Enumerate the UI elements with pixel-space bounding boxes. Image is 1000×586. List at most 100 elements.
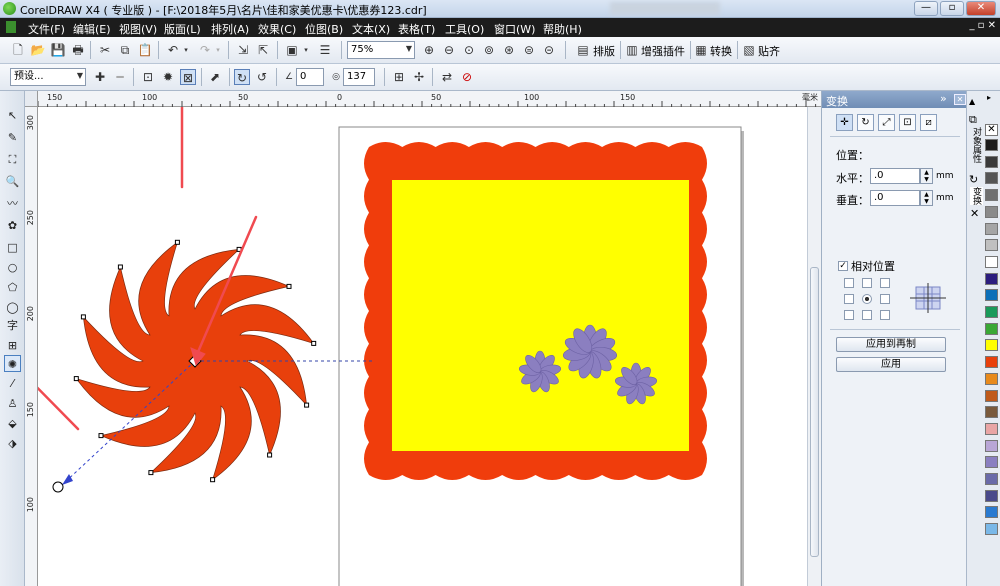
menu-table[interactable]: 表格(T) [398, 21, 435, 37]
cut-icon[interactable]: ✂ [97, 42, 113, 58]
export-icon[interactable]: ⇱ [255, 42, 271, 58]
node-handle[interactable] [286, 283, 292, 289]
color-swatch[interactable] [985, 389, 998, 402]
scroll-up-icon[interactable]: ▲ [969, 97, 975, 106]
object-properties-tab[interactable]: 对象属性 [970, 127, 983, 163]
interactive-fill-tool-icon[interactable]: ⬗ [4, 435, 21, 452]
vertical-position-input[interactable]: .0 [870, 190, 920, 206]
count-input[interactable]: 137 [343, 68, 375, 86]
color-swatch[interactable] [985, 489, 998, 502]
smear-icon[interactable]: ⬈ [207, 69, 223, 85]
color-swatch[interactable] [985, 139, 998, 151]
color-swatch[interactable] [985, 172, 998, 185]
menu-file[interactable]: 文件(F) [28, 21, 65, 37]
convert-icon[interactable]: ▦ [693, 42, 709, 58]
angle-input[interactable]: 0 [296, 68, 324, 86]
color-swatch[interactable] [985, 422, 998, 435]
anchor-top-center[interactable] [862, 278, 872, 288]
node-handle[interactable] [311, 340, 317, 346]
restore-button[interactable]: ▫ [940, 1, 964, 16]
redo-dropdown-icon[interactable]: ▾ [214, 42, 222, 58]
zoom-page-icon[interactable]: ⊛ [501, 42, 517, 58]
shape-tool-icon[interactable]: ✎ [4, 129, 21, 146]
remove-preset-icon[interactable]: ━ [112, 69, 128, 85]
polygon-tool-icon[interactable]: ⬠ [4, 279, 21, 296]
counterclockwise-rotate-icon[interactable]: ↺ [254, 69, 270, 85]
anchor-bottom-right[interactable] [880, 310, 890, 320]
zoom-selected-icon[interactable]: ⊙ [461, 42, 477, 58]
transform-tab-icon[interactable]: ↻ [969, 173, 978, 186]
anchor-top-left[interactable] [844, 278, 854, 288]
color-swatch[interactable] [985, 406, 998, 419]
vertical-scrollbar[interactable] [807, 107, 821, 586]
menu-layout[interactable]: 版面(L) [164, 21, 201, 37]
node-handle[interactable] [267, 452, 273, 458]
print-icon[interactable]: 🖶 [70, 42, 86, 58]
minimize-button[interactable]: — [914, 1, 938, 16]
zoom-tool-icon[interactable]: 🔍 [4, 173, 21, 190]
convert-button[interactable]: 转换 [710, 43, 732, 59]
typeset-button[interactable]: 排版 [593, 43, 615, 59]
color-swatch[interactable] [985, 272, 998, 285]
color-swatch[interactable] [985, 356, 998, 369]
rectangle-tool-icon[interactable]: □ [4, 239, 21, 256]
color-swatch[interactable] [985, 506, 998, 519]
ruler-origin[interactable] [25, 91, 38, 107]
plugins-button[interactable]: 增强插件 [641, 43, 685, 59]
rotation-center-handle[interactable] [52, 481, 64, 493]
horizontal-position-input[interactable]: .0 [870, 168, 920, 184]
color-swatch[interactable] [985, 205, 998, 218]
horizontal-ruler[interactable]: 150 100 50 0 50 100 150 毫米 [38, 91, 821, 107]
preset-select[interactable]: 预设... ▼ [10, 68, 86, 86]
save-icon[interactable]: 💾 [50, 42, 66, 58]
outline-tool-icon[interactable]: ♙ [4, 395, 21, 412]
nib-size-icon[interactable]: ✢ [411, 69, 427, 85]
color-swatch[interactable] [985, 523, 998, 536]
document-window-controls[interactable]: _ ▫ ✕ [969, 20, 996, 31]
size-transform-icon[interactable]: ⊡ [899, 114, 916, 131]
color-swatch[interactable] [985, 322, 998, 335]
anchor-top-right[interactable] [880, 278, 890, 288]
zoom-in-icon[interactable]: ⊕ [421, 42, 437, 58]
scale-transform-icon[interactable]: ⤢ [878, 114, 895, 131]
close-tab-icon[interactable]: ✕ [970, 207, 979, 220]
roughen-brush-tool-icon[interactable]: ✺ [4, 355, 21, 372]
zoom-level-select[interactable]: 75% ▼ [347, 41, 415, 59]
zoom-out-icon[interactable]: ⊖ [441, 42, 457, 58]
node-handle[interactable] [117, 264, 123, 270]
zoom-width-icon[interactable]: ⊜ [521, 42, 537, 58]
color-swatch[interactable] [985, 473, 998, 485]
yellow-fill-rect[interactable] [392, 180, 689, 451]
eyedropper-tool-icon[interactable]: ⁄ [4, 375, 21, 392]
relative-position-checkbox[interactable]: ✓ [838, 261, 848, 271]
table-tool-icon[interactable]: ⊞ [4, 337, 21, 354]
pen-pressure-icon[interactable]: ⊞ [391, 69, 407, 85]
fill-tool-icon[interactable]: ⬙ [4, 415, 21, 432]
crop-tool-icon[interactable]: ⛶ [4, 151, 21, 168]
zoom-height-icon[interactable]: ⊝ [541, 42, 557, 58]
repel-icon[interactable]: ⊠ [180, 69, 196, 85]
color-swatch[interactable] [985, 306, 998, 318]
apply-button[interactable]: 应用 [836, 357, 946, 372]
menu-bitmaps[interactable]: 位图(B) [305, 21, 343, 37]
smart-fill-tool-icon[interactable]: ✿ [4, 217, 21, 234]
skew-transform-icon[interactable]: ⧄ [920, 114, 937, 131]
twister-icon[interactable]: ⊡ [140, 69, 156, 85]
anchor-middle-right[interactable] [880, 294, 890, 304]
menu-help[interactable]: 帮助(H) [543, 21, 582, 37]
undo-dropdown-icon[interactable]: ▾ [182, 42, 190, 58]
color-swatch[interactable] [985, 339, 998, 352]
color-swatch[interactable] [985, 189, 998, 202]
collapse-docker-icon[interactable]: » [940, 92, 947, 105]
color-swatch[interactable] [985, 439, 998, 452]
open-icon[interactable]: 📂 [30, 42, 46, 58]
color-swatch[interactable] [985, 222, 998, 235]
node-handle[interactable] [98, 433, 104, 439]
text-tool-icon[interactable]: 字 [4, 317, 21, 334]
color-swatch[interactable] [985, 456, 998, 469]
palette-scroll-up-icon[interactable]: ▸ [987, 93, 991, 102]
rotate-transform-icon[interactable]: ↻ [857, 114, 874, 131]
clockwise-rotate-icon[interactable]: ↻ [234, 69, 250, 85]
typeset-icon[interactable]: ▤ [575, 42, 591, 58]
node-handle[interactable] [174, 239, 180, 245]
